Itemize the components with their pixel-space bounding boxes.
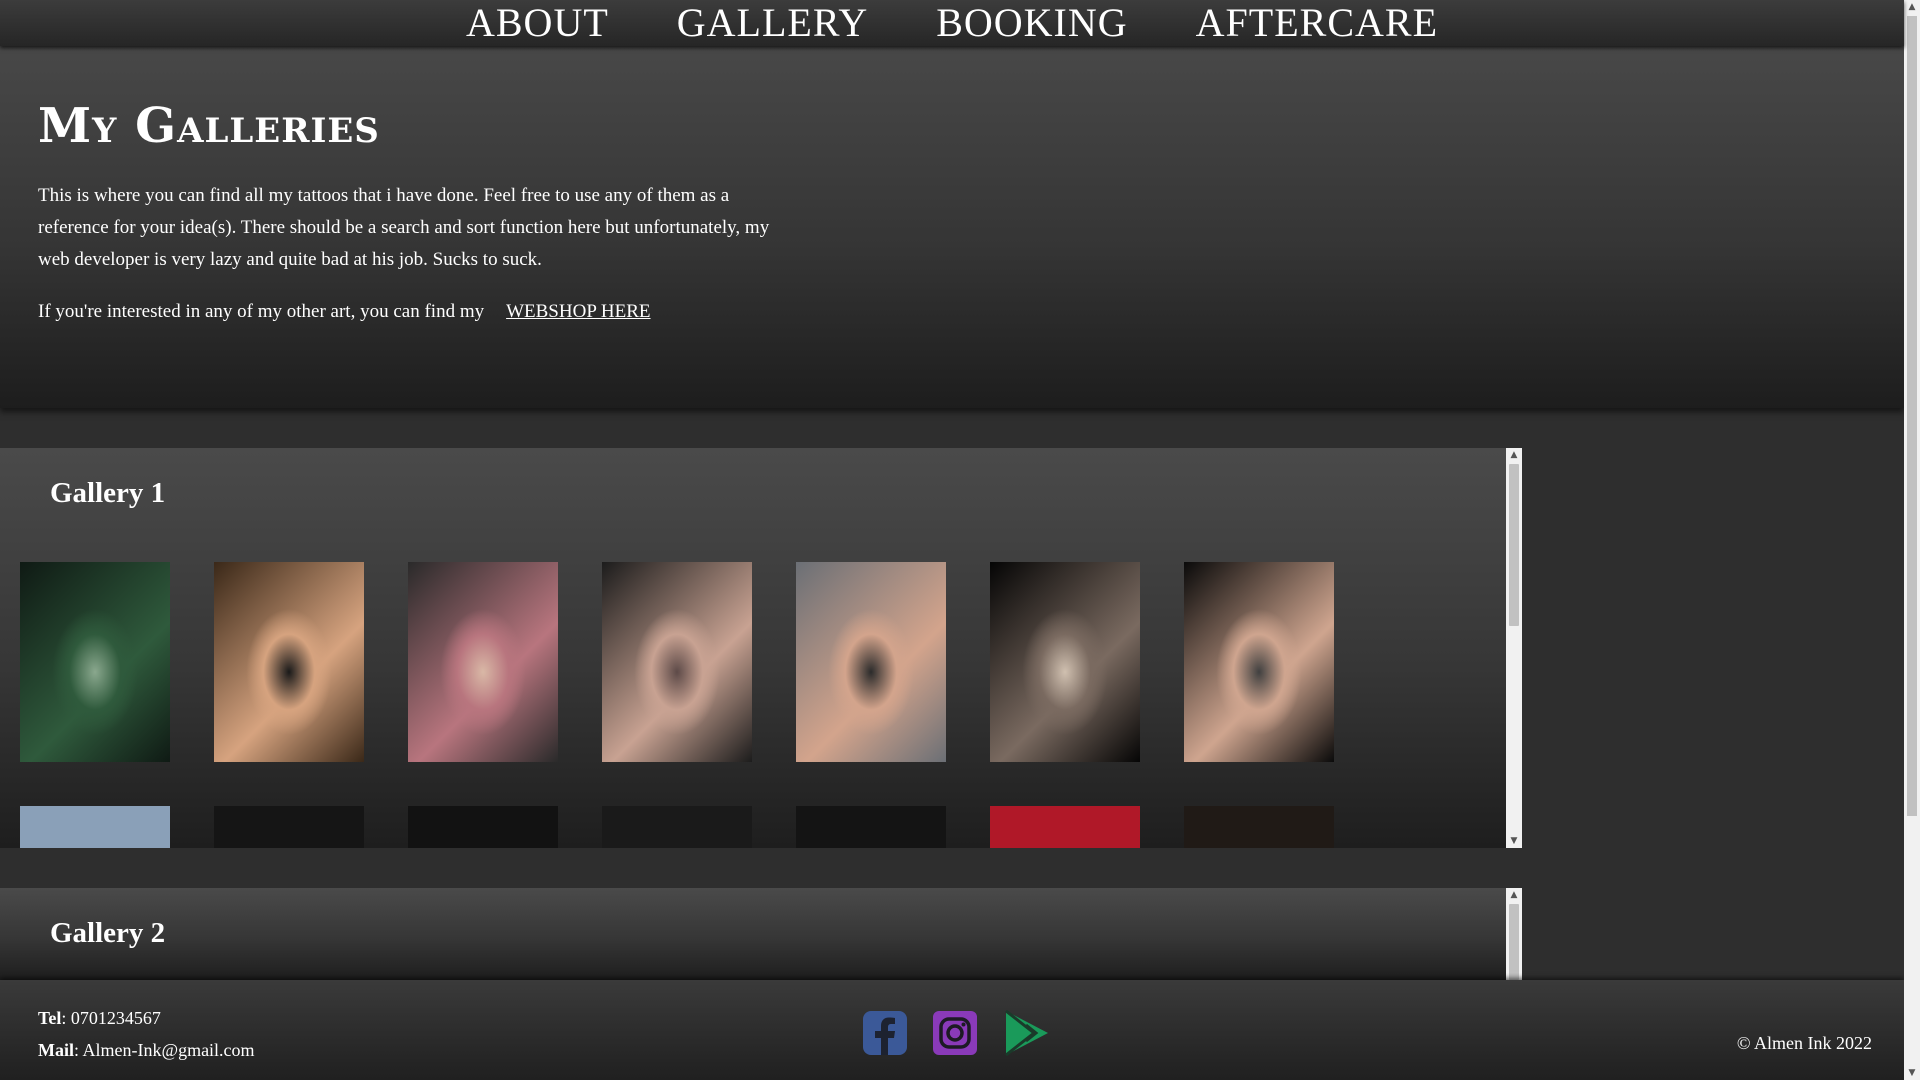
tattoo-thumbnail-harley-quinn-portrait[interactable] [990,562,1140,762]
tattoo-thumbnail-forearm-cover-up[interactable] [20,562,170,762]
top-nav: ABOUT GALLERY BOOKING AFTERCARE [0,0,1904,46]
tattoo-thumbnail-chest-piece-shoulder[interactable] [796,562,946,762]
mail-label: Mail [38,1040,74,1060]
tattoo-thumbnail-arm-dark[interactable] [214,806,364,848]
hero-section: My Galleries This is where you can find … [0,46,1904,408]
page-title: My Galleries [38,98,380,154]
tattoo-thumbnail-eagle-sleeve[interactable] [408,562,558,762]
gallery-2-scrollbar[interactable]: ▲ [1506,888,1522,980]
tattoo-thumbnail-chest-piece-skull[interactable] [602,562,752,762]
nav-booking[interactable]: BOOKING [936,0,1127,46]
tattoo-thumbnail-shoulder-dark-2[interactable] [602,806,752,848]
tattoo-thumbnail-arm-light[interactable] [20,806,170,848]
nav-aftercare[interactable]: AFTERCARE [1196,0,1438,46]
scroll-up-icon[interactable]: ▲ [1506,448,1522,462]
copyright: © Almen Ink 2022 [1736,1033,1872,1053]
tattoo-thumbnail-harley-quinn-small[interactable] [1184,562,1334,762]
gallery-1-panel[interactable]: Gallery 1 ▲ ▼ [0,448,1522,848]
mail-value: : Almen-Ink@gmail.com [74,1040,255,1060]
webshop-text: If you're interested in any of my other … [38,296,798,328]
phone-line: Tel: 0701234567 [38,1002,255,1034]
scroll-up-icon[interactable]: ▲ [1904,0,1920,14]
webshop-label: If you're interested in any of my other … [38,301,485,322]
footer: Tel: 0701234567 Mail: Almen-Ink@gmail.co… [0,980,1904,1080]
scroll-thumb[interactable] [1907,16,1917,816]
mail-line: Mail: Almen-Ink@gmail.com [38,1034,255,1066]
intro-text: This is where you can find all my tattoo… [38,185,770,270]
tattoo-thumbnail-butterflies-on-arm[interactable] [214,562,364,762]
phone-value: : 0701234567 [61,1008,161,1028]
facebook-icon[interactable] [862,1010,908,1056]
tattoo-thumbnail-shoulder-dark[interactable] [408,806,558,848]
phone-label: Tel [38,1008,62,1028]
gallery-title: Gallery 1 [50,477,166,509]
nav-gallery[interactable]: GALLERY [677,0,868,46]
tattoo-thumbnail-hand[interactable] [1184,806,1334,848]
instagram-icon[interactable] [932,1010,978,1056]
contact-info: Tel: 0701234567 Mail: Almen-Ink@gmail.co… [38,1002,255,1066]
tattoo-thumbnail-arm-dark-2[interactable] [796,806,946,848]
nav-about[interactable]: ABOUT [466,0,609,46]
scroll-thumb[interactable] [1509,904,1519,980]
page-scrollbar[interactable]: ▲ ▼ [1904,0,1920,1080]
scroll-down-icon[interactable]: ▼ [1506,834,1522,848]
webshop-link[interactable]: WEBSHOP HERE [506,301,650,322]
tattoo-thumbnail-red-hair[interactable] [990,806,1140,848]
gallery-1-scrollbar[interactable]: ▲ ▼ [1506,448,1522,848]
gallery-2-panel[interactable]: Gallery 2 ▲ [0,888,1522,980]
google-play-icon[interactable] [1004,1010,1050,1056]
scroll-up-icon[interactable]: ▲ [1506,888,1522,902]
scroll-thumb[interactable] [1509,464,1519,626]
scroll-down-icon[interactable]: ▼ [1904,1066,1920,1080]
gallery-title: Gallery 2 [50,917,166,949]
